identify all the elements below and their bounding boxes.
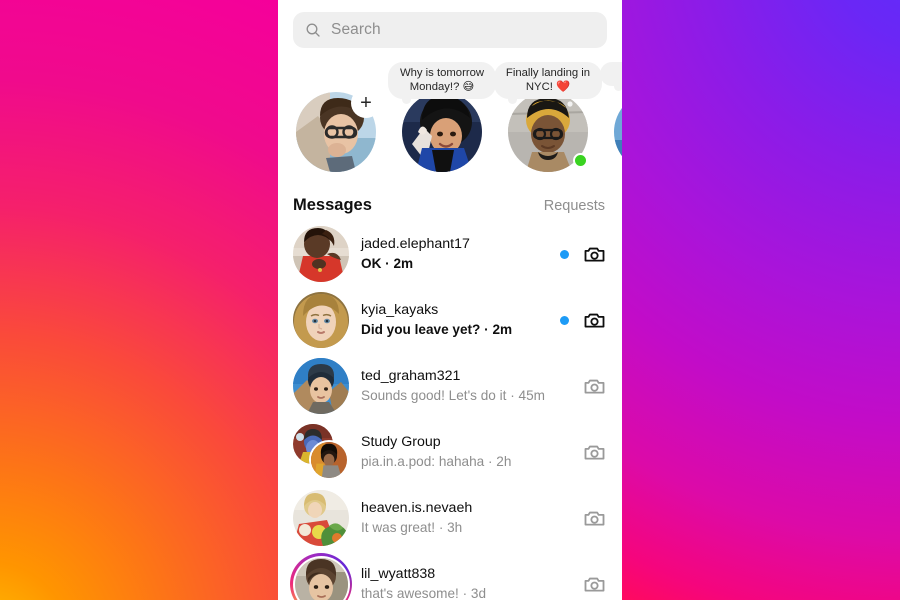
instagram-direct-messages-panel: Search + Why is tomorrow Monday!? 😅 Fina… xyxy=(278,0,622,600)
online-status-dot xyxy=(573,153,588,168)
conversation-snippet: It was great! · 3h xyxy=(361,520,463,535)
camera-icon[interactable] xyxy=(583,507,606,530)
conversation-name: ted_graham321 xyxy=(361,368,461,384)
conversation-row-heaven-is-nevaeh[interactable]: heaven.is.nevaeh It was great! · 3h xyxy=(278,485,622,551)
note-bubble-text[interactable]: Finally landing in NYC! ❤️ xyxy=(494,62,602,104)
search-section: Search xyxy=(278,0,622,48)
conversation-text: jaded.elephant17 OK · 2m xyxy=(361,235,548,273)
note-bubble-text[interactable]: Gar w xyxy=(600,62,622,90)
conversation-snippet: that's awesome! · 3d xyxy=(361,586,486,600)
conversation-text: lil_wyatt838 that's awesome! · 3d xyxy=(361,565,548,600)
conversation-name: heaven.is.nevaeh xyxy=(361,500,473,516)
story-ring[interactable] xyxy=(290,553,352,600)
search-input[interactable]: Search xyxy=(293,12,607,48)
conversation-snippet: OK · 2m xyxy=(361,256,414,271)
notes-carousel[interactable]: + Why is tomorrow Monday!? 😅 Finally lan… xyxy=(278,48,622,180)
note-item-drew-young[interactable]: Finally landing in NYC! ❤️ xyxy=(494,62,602,180)
background-gradient-right xyxy=(620,0,900,600)
conversation-row-lil-wyatt838[interactable]: lil_wyatt838 that's awesome! · 3d xyxy=(278,551,622,600)
avatar xyxy=(293,226,349,282)
conversation-text: heaven.is.nevaeh It was great! · 3h xyxy=(361,499,548,537)
avatar xyxy=(293,358,349,414)
camera-icon[interactable] xyxy=(583,375,606,398)
story-ring-inner xyxy=(292,555,350,600)
conversation-actions xyxy=(560,573,606,596)
note-item-kyra-marie[interactable]: Why is tomorrow Monday!? 😅 xyxy=(388,62,496,180)
unread-dot xyxy=(560,249,569,259)
conversation-text: Study Group pia.in.a.pod: hahaha · 2h xyxy=(361,433,548,471)
camera-icon[interactable] xyxy=(583,243,606,266)
conversation-actions xyxy=(560,441,606,464)
add-note-plus-icon[interactable]: + xyxy=(351,88,381,118)
avatar-group-front xyxy=(309,440,349,480)
requests-link[interactable]: Requests xyxy=(544,198,605,214)
note-item-jac-truncated[interactable]: Gar w Jac xyxy=(600,62,622,180)
conversation-text: kyia_kayaks Did you leave yet? · 2m xyxy=(361,301,548,339)
conversation-row-ted-graham321[interactable]: ted_graham321 Sounds good! Let's do it ·… xyxy=(278,353,622,419)
conversation-list: jaded.elephant17 OK · 2m kyia_kayaks Did… xyxy=(278,221,622,600)
avatar-wrap xyxy=(290,553,352,600)
conversation-row-study-group[interactable]: Study Group pia.in.a.pod: hahaha · 2h xyxy=(278,419,622,485)
avatar-wrap-group xyxy=(293,424,349,480)
avatar-wrap xyxy=(293,358,349,414)
avatar-wrap xyxy=(293,226,349,282)
avatar xyxy=(294,557,348,600)
conversation-actions xyxy=(560,507,606,530)
note-avatar-wrap: + xyxy=(290,88,382,172)
note-bubble-text[interactable]: Why is tomorrow Monday!? 😅 xyxy=(388,62,496,104)
unread-dot xyxy=(560,315,569,325)
camera-icon[interactable] xyxy=(583,441,606,464)
avatar xyxy=(614,92,622,172)
conversation-text: ted_graham321 Sounds good! Let's do it ·… xyxy=(361,367,548,405)
conversation-snippet: pia.in.a.pod: hahaha · 2h xyxy=(361,454,512,469)
camera-icon[interactable] xyxy=(583,573,606,596)
note-avatar-wrap xyxy=(396,92,488,172)
avatar-wrap xyxy=(293,490,349,546)
note-avatar-wrap xyxy=(502,92,594,172)
conversation-name: kyia_kayaks xyxy=(361,302,439,318)
note-item-leave-a-note[interactable]: + xyxy=(290,62,382,180)
avatar xyxy=(402,92,482,172)
conversation-name: lil_wyatt838 xyxy=(361,566,436,582)
messages-header: Messages Requests xyxy=(278,180,622,221)
search-placeholder-text: Search xyxy=(331,21,381,38)
camera-icon[interactable] xyxy=(583,309,606,332)
conversation-row-jaded-elephant17[interactable]: jaded.elephant17 OK · 2m xyxy=(278,221,622,287)
conversation-row-kyia-kayaks[interactable]: kyia_kayaks Did you leave yet? · 2m xyxy=(278,287,622,353)
conversation-actions xyxy=(560,309,606,332)
conversation-name: Study Group xyxy=(361,434,441,450)
conversation-actions xyxy=(560,243,606,266)
note-avatar-wrap xyxy=(608,92,622,172)
conversation-snippet: Sounds good! Let's do it · 45m xyxy=(361,388,545,403)
search-icon xyxy=(305,22,321,38)
background-gradient-left xyxy=(0,0,280,600)
conversation-snippet: Did you leave yet? · 2m xyxy=(361,322,513,337)
avatar-wrap xyxy=(293,292,349,348)
conversation-actions xyxy=(560,375,606,398)
avatar xyxy=(293,490,349,546)
conversation-name: jaded.elephant17 xyxy=(361,236,470,252)
page-title: Messages xyxy=(293,196,372,214)
avatar xyxy=(293,292,349,348)
